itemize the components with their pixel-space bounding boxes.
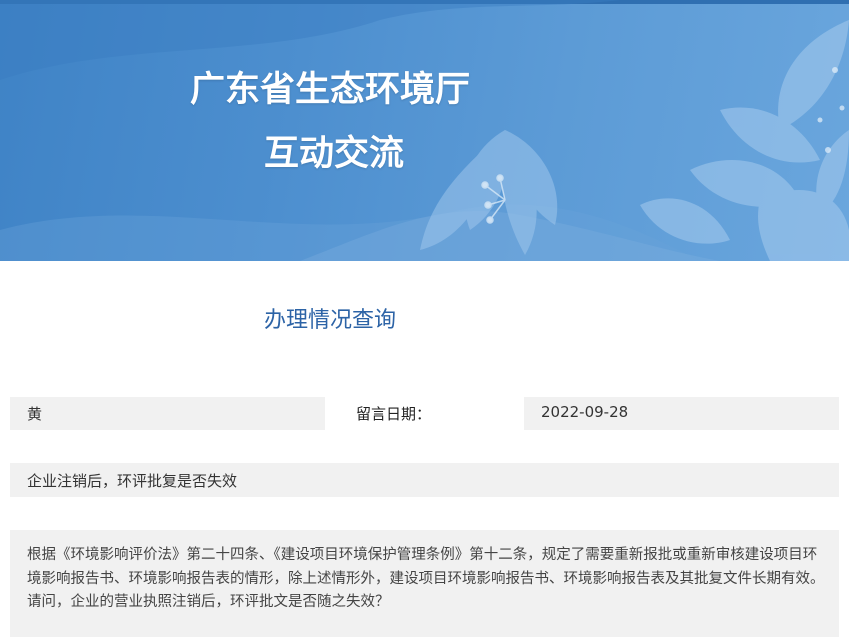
site-subtitle: 互动交流 — [264, 134, 405, 174]
message-date-label: 留言日期： — [356, 405, 432, 423]
header-banner: 广东省生态环境厅 互动交流 — [0, 0, 849, 261]
message-date-value: 2022-09-28 — [524, 397, 839, 430]
site-title: 广东省生态环境厅 — [190, 70, 471, 110]
flower-background-art — [0, 0, 849, 261]
message-subject: 企业注销后，环评批复是否失效 — [10, 463, 839, 497]
message-content: 根据《环境影响评价法》第二十四条、《建设项目环境保护管理条例》第十二条，规定了需… — [10, 530, 839, 637]
section-title: 办理情况查询 — [264, 308, 397, 333]
sender-name-field: 黄 — [10, 397, 325, 430]
